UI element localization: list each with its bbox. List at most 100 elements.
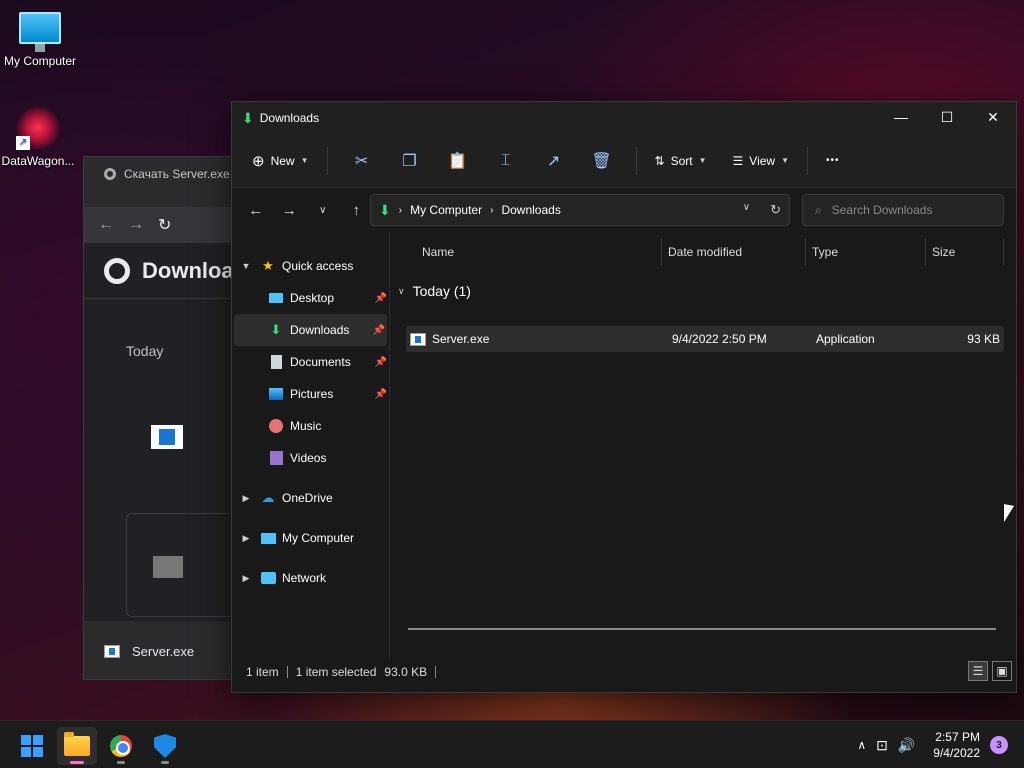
nav-label: OneDrive bbox=[282, 491, 333, 505]
exe-file-icon bbox=[104, 644, 120, 658]
more-options-button[interactable]: ••• bbox=[818, 145, 848, 177]
horizontal-scrollbar[interactable] bbox=[408, 628, 996, 630]
chevron-down-icon: ▼ bbox=[781, 156, 789, 165]
chrome-file-icon bbox=[151, 425, 183, 449]
start-button[interactable] bbox=[12, 727, 52, 765]
nav-my-computer[interactable]: ▶ My Computer bbox=[232, 522, 389, 554]
network-icon bbox=[260, 570, 276, 586]
chevron-right-icon[interactable]: ▶ bbox=[232, 573, 260, 584]
pin-icon: 📌 bbox=[374, 292, 387, 304]
column-header-date[interactable]: Date modified bbox=[662, 239, 806, 265]
nav-network[interactable]: ▶ Network bbox=[232, 562, 389, 594]
search-input[interactable] bbox=[831, 203, 992, 217]
chevron-up-icon[interactable]: ∧ bbox=[857, 738, 866, 752]
clock[interactable]: 2:57 PM 9/4/2022 bbox=[933, 729, 980, 761]
shortcut-arrow-icon: ↗ bbox=[16, 136, 30, 150]
desktop-icon-datawagon[interactable]: ↗ DataWagon... bbox=[0, 106, 78, 168]
chrome-window[interactable]: Скачать Server.exe ← → ↻ Downloa Today S… bbox=[83, 156, 243, 680]
forward-icon[interactable]: → bbox=[276, 202, 304, 219]
window-title: Downloads bbox=[259, 111, 320, 125]
exe-file-icon bbox=[410, 332, 432, 346]
refresh-icon[interactable]: ↻ bbox=[770, 202, 781, 218]
chrome-page-title: Downloa bbox=[142, 257, 234, 283]
chrome-navbar: ← → ↻ bbox=[84, 207, 242, 243]
explorer-toolbar: ⊕ New ▼ ✂ ❐ 📋 ⌶ ↗ 🗑 ⇅ Sort ▼ ☰ View ▼ ••… bbox=[232, 134, 1016, 188]
address-bar[interactable]: ⬇ › My Computer › Downloads ∨ ↻ bbox=[370, 194, 790, 226]
music-icon bbox=[268, 418, 284, 434]
volume-icon[interactable]: 🔊 bbox=[898, 737, 915, 754]
navigation-pane: ▼ ★ Quick access Desktop 📌 ⬇ Downloads 📌… bbox=[232, 232, 390, 658]
notification-badge[interactable]: 3 bbox=[990, 736, 1008, 754]
share-icon[interactable]: ↗ bbox=[538, 145, 570, 177]
reload-icon[interactable]: ↻ bbox=[158, 215, 171, 235]
delete-icon[interactable]: 🗑 bbox=[586, 145, 618, 177]
chevron-right-icon[interactable]: ▶ bbox=[232, 533, 260, 544]
plus-circle-icon: ⊕ bbox=[252, 152, 265, 170]
view-toggle: ☰ ▣ bbox=[968, 661, 1012, 681]
taskbar-chrome[interactable] bbox=[101, 727, 141, 765]
chrome-download-shelf[interactable]: Server.exe bbox=[84, 621, 242, 679]
clock-time: 2:57 PM bbox=[935, 730, 980, 744]
close-button[interactable]: ✕ bbox=[970, 102, 1016, 132]
nav-label: Desktop bbox=[290, 291, 335, 305]
sort-button[interactable]: ⇅ Sort ▼ bbox=[647, 145, 715, 177]
status-selected: 1 item selected bbox=[295, 665, 377, 679]
search-box[interactable]: ⌕ bbox=[802, 194, 1004, 226]
breadcrumb-downloads[interactable]: Downloads bbox=[501, 203, 560, 217]
forward-icon[interactable]: → bbox=[128, 216, 144, 234]
documents-icon bbox=[268, 354, 284, 370]
toolbar-divider bbox=[807, 146, 808, 175]
breadcrumb-my-computer[interactable]: My Computer bbox=[410, 203, 482, 217]
search-icon: ⌕ bbox=[815, 202, 822, 217]
column-header-size[interactable]: Size bbox=[926, 239, 1004, 265]
nav-label: My Computer bbox=[282, 531, 355, 545]
nav-quick-access[interactable]: ▼ ★ Quick access bbox=[232, 250, 389, 282]
group-header-today[interactable]: ∨ Today (1) bbox=[390, 278, 1016, 304]
explorer-titlebar[interactable]: ⬇ Downloads — ☐ ✕ bbox=[232, 102, 1016, 134]
network-icon[interactable]: ⊡ bbox=[876, 737, 888, 754]
nav-music[interactable]: Music bbox=[232, 410, 389, 442]
back-icon[interactable]: ← bbox=[98, 216, 114, 234]
view-button[interactable]: ☰ View ▼ bbox=[725, 145, 797, 177]
up-icon[interactable]: ↑ bbox=[343, 202, 371, 219]
desktop-folder-icon bbox=[268, 290, 284, 306]
minimize-button[interactable]: — bbox=[878, 102, 924, 132]
chrome-download-card[interactable] bbox=[126, 513, 242, 617]
breadcrumb-separator: › bbox=[398, 204, 403, 216]
nav-downloads[interactable]: ⬇ Downloads 📌 bbox=[234, 314, 387, 346]
copy-icon[interactable]: ❐ bbox=[394, 145, 426, 177]
explorer-window[interactable]: ⬇ Downloads — ☐ ✕ ⊕ New ▼ ✂ ❐ 📋 ⌶ ↗ 🗑 ⇅ … bbox=[231, 101, 1017, 693]
table-row[interactable]: Server.exe 9/4/2022 2:50 PM Application … bbox=[406, 326, 1004, 352]
maximize-button[interactable]: ☐ bbox=[924, 102, 970, 132]
rename-icon[interactable]: ⌶ bbox=[490, 145, 522, 177]
datawagon-logo-icon: ↗ bbox=[16, 106, 60, 150]
paste-icon[interactable]: 📋 bbox=[442, 145, 474, 177]
details-view-icon[interactable]: ☰ bbox=[968, 661, 988, 681]
view-button-label: View bbox=[749, 153, 776, 168]
recent-locations-icon[interactable]: ∨ bbox=[309, 205, 337, 216]
shield-icon bbox=[154, 734, 176, 758]
nav-pictures[interactable]: Pictures 📌 bbox=[232, 378, 389, 410]
nav-onedrive[interactable]: ▶ ☁ OneDrive bbox=[232, 482, 389, 514]
nav-desktop[interactable]: Desktop 📌 bbox=[232, 282, 389, 314]
back-icon[interactable]: ← bbox=[242, 202, 270, 219]
explorer-body: ▼ ★ Quick access Desktop 📌 ⬇ Downloads 📌… bbox=[232, 232, 1016, 658]
chrome-download-filename: Server.exe bbox=[132, 643, 195, 659]
taskbar-file-explorer[interactable] bbox=[57, 727, 97, 765]
column-header-type[interactable]: Type bbox=[806, 239, 926, 265]
desktop-icon-my-computer[interactable]: My Computer bbox=[0, 12, 80, 68]
nav-documents[interactable]: Documents 📌 bbox=[232, 346, 389, 378]
taskbar-security[interactable] bbox=[145, 727, 185, 765]
column-header-name[interactable]: Name bbox=[390, 239, 662, 265]
chrome-tab[interactable]: Скачать Server.exe bbox=[104, 167, 234, 181]
view-list-icon: ☰ bbox=[732, 153, 744, 168]
chevron-right-icon[interactable]: ▶ bbox=[232, 493, 260, 504]
chevron-down-icon[interactable]: ∨ bbox=[743, 202, 750, 218]
nav-label: Music bbox=[290, 419, 322, 433]
tiles-view-icon[interactable]: ▣ bbox=[992, 661, 1012, 681]
nav-videos[interactable]: Videos bbox=[232, 442, 389, 474]
clock-date: 9/4/2022 bbox=[933, 746, 980, 760]
chevron-down-icon[interactable]: ▼ bbox=[232, 261, 260, 271]
new-button[interactable]: ⊕ New ▼ bbox=[244, 145, 317, 177]
cut-icon[interactable]: ✂ bbox=[346, 145, 378, 177]
